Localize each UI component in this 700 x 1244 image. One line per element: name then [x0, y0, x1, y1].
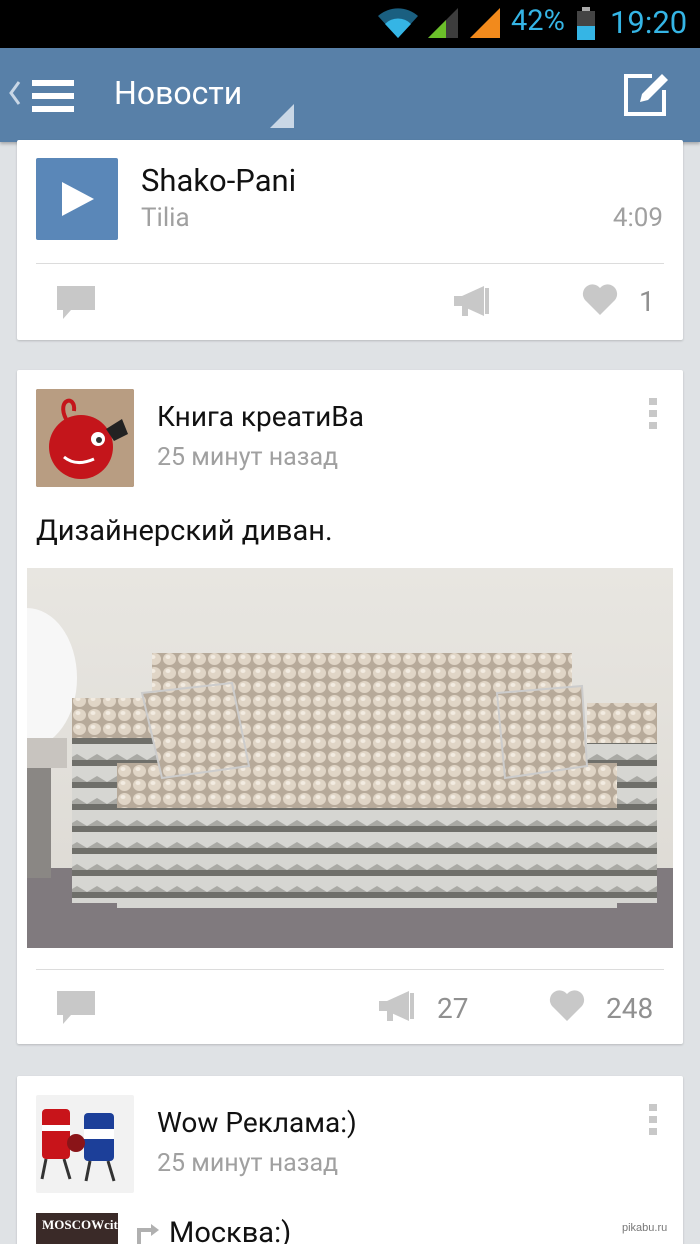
repost-title[interactable]: Москва:): [169, 1216, 291, 1244]
audio-duration: 4:09: [612, 203, 663, 233]
audio-title[interactable]: Shako-Pani: [141, 162, 296, 199]
chevron-left-icon[interactable]: [8, 80, 22, 110]
menu-icon[interactable]: [32, 78, 74, 118]
repost-megaphone-icon[interactable]: [379, 989, 415, 1027]
audio-post-card: Shako-Pani Tilia 4:09 1: [17, 140, 683, 340]
wifi-icon: [376, 6, 420, 44]
like-count: 248: [606, 992, 654, 1025]
divider: [36, 263, 664, 264]
signal-icon: [426, 6, 460, 44]
post-timestamp: 25 минут назад: [157, 443, 339, 472]
action-bar: Новости: [0, 48, 700, 142]
repost-count: 27: [437, 992, 469, 1025]
audio-artist: Tilia: [141, 203, 190, 233]
repost-arrow-icon: [135, 1222, 161, 1244]
clock: 19:20: [610, 4, 688, 41]
like-count: 1: [639, 285, 655, 318]
play-icon: [62, 182, 94, 216]
avatar[interactable]: [36, 389, 134, 487]
heart-icon[interactable]: [582, 284, 618, 320]
page-title[interactable]: Новости: [114, 74, 242, 112]
battery-icon: [576, 7, 596, 45]
post-card: Wow Реклама:) 25 минут назад MOSCOWcity …: [17, 1076, 683, 1244]
status-bar: 42% 19:20: [0, 0, 700, 48]
post-photo[interactable]: [27, 568, 673, 948]
avatar[interactable]: [36, 1095, 134, 1193]
more-vertical-icon[interactable]: [648, 397, 658, 435]
repost-avatar[interactable]: MOSCOWcity: [36, 1213, 118, 1244]
battery-percent: 42%: [511, 4, 565, 38]
signal-icon: [468, 6, 502, 44]
watermark: pikabu.ru: [622, 1222, 668, 1234]
post-author[interactable]: Wow Реклама:): [157, 1106, 357, 1139]
comment-icon[interactable]: [57, 286, 95, 324]
play-button[interactable]: [36, 158, 118, 240]
repost-megaphone-icon[interactable]: [454, 284, 490, 322]
heart-icon[interactable]: [549, 990, 585, 1026]
divider: [36, 969, 664, 970]
post-timestamp: 25 минут назад: [157, 1149, 339, 1178]
repost-thumb-text: MOSCOWcity: [42, 1217, 118, 1232]
more-vertical-icon[interactable]: [648, 1103, 658, 1141]
post-text: Дизайнерский диван.: [36, 514, 333, 548]
dropdown-corner-icon[interactable]: [270, 104, 294, 132]
comment-icon[interactable]: [57, 991, 95, 1029]
post-card: Книга креатиВа 25 минут назад Дизайнерск…: [17, 370, 683, 1044]
post-author[interactable]: Книга креатиВа: [157, 400, 364, 433]
compose-icon[interactable]: [622, 72, 670, 122]
